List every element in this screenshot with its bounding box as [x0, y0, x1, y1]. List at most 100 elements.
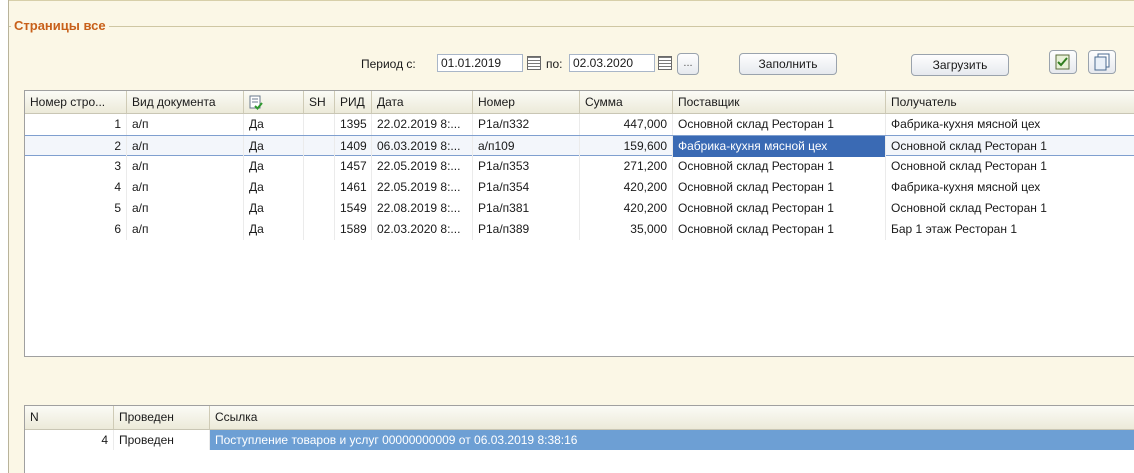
column-header[interactable]: Номер стро...	[25, 91, 127, 113]
cell-supplier: Основной склад Ресторан 1	[673, 219, 886, 240]
cell-recipient: Фабрика-кухня мясной цех	[886, 177, 1134, 198]
cell-recipient: Основной склад Ресторан 1	[886, 156, 1134, 177]
copy-button[interactable]	[1088, 50, 1116, 74]
cell-row-number: 5	[25, 198, 127, 219]
cell-supplier-active[interactable]: Фабрика-кухня мясной цех	[673, 136, 886, 157]
postings-table[interactable]: N Проведен Ссылка 4 Проведен Поступление…	[24, 405, 1134, 473]
cell-date: 22.02.2019 8:...	[372, 114, 473, 135]
cell-row-number: 3	[25, 156, 127, 177]
cell-doc-type: а/п	[127, 156, 244, 177]
cell-doc-type: а/п	[127, 198, 244, 219]
column-header[interactable]: РИД	[335, 91, 372, 113]
cell-date: 22.08.2019 8:...	[372, 198, 473, 219]
table-row-selected[interactable]: 2 а/п Да 1409 06.03.2019 8:... а/п109 15…	[25, 135, 1134, 157]
cell-supplier: Основной склад Ресторан 1	[673, 177, 886, 198]
cell-sum: 159,600	[580, 136, 673, 157]
cell-sh	[304, 156, 335, 177]
cell-row-number: 6	[25, 219, 127, 240]
check-list-button[interactable]	[1049, 50, 1077, 74]
cell-sh	[304, 114, 335, 135]
table-row[interactable]: 4 а/п Да 1461 22.05.2019 8:... Р1а/п354 …	[25, 177, 1134, 198]
calendar-icon[interactable]	[658, 56, 672, 70]
column-header-icon[interactable]	[244, 91, 304, 113]
top-border	[9, 0, 1134, 1]
select-period-button[interactable]: ...	[677, 53, 699, 75]
cell-recipient: Фабрика-кухня мясной цех	[886, 114, 1134, 135]
period-from-label: Период с:	[361, 57, 416, 71]
cell-sum: 447,000	[580, 114, 673, 135]
cell-sh	[304, 198, 335, 219]
cell-doc-type: а/п	[127, 219, 244, 240]
cell-recipient: Бар 1 этаж Ресторан 1	[886, 219, 1134, 240]
column-header[interactable]: Дата	[372, 91, 473, 113]
cell-rid: 1409	[335, 136, 372, 157]
cell-supplier: Основной склад Ресторан 1	[673, 198, 886, 219]
column-header[interactable]: Получатель	[886, 91, 1134, 113]
cell-number: Р1а/п389	[473, 219, 580, 240]
cell-row-number: 4	[25, 177, 127, 198]
cell-n: 4	[25, 430, 114, 450]
column-header[interactable]: Проведен	[114, 406, 210, 429]
cell-doc-type: а/п	[127, 136, 244, 157]
cell-flag: Да	[244, 198, 304, 219]
column-header[interactable]: SH	[304, 91, 335, 113]
cell-number: Р1а/п354	[473, 177, 580, 198]
table-header: Номер стро... Вид документа SH РИД Дата …	[25, 91, 1134, 114]
cell-sum: 271,200	[580, 156, 673, 177]
copy-icon	[1094, 53, 1110, 71]
cell-rid: 1461	[335, 177, 372, 198]
cell-doc-type: а/п	[127, 114, 244, 135]
cell-recipient: Основной склад Ресторан 1	[886, 198, 1134, 219]
cell-sh	[304, 177, 335, 198]
cell-posted: Проведен	[114, 430, 210, 450]
cell-rid: 1457	[335, 156, 372, 177]
period-to-label: по:	[546, 57, 563, 71]
period-to-input[interactable]: 02.03.2020	[569, 54, 655, 72]
column-header[interactable]: N	[25, 406, 114, 429]
group-divider	[9, 26, 1134, 27]
table-row[interactable]: 1 а/п Да 1395 22.02.2019 8:... Р1а/п332 …	[25, 114, 1134, 135]
group-title: Страницы все	[11, 18, 109, 33]
fill-button[interactable]: Заполнить	[739, 53, 837, 75]
cell-supplier: Основной склад Ресторан 1	[673, 114, 886, 135]
column-header[interactable]: Поставщик	[673, 91, 886, 113]
cell-flag: Да	[244, 136, 304, 157]
column-header[interactable]: Номер	[473, 91, 580, 113]
table-row[interactable]: 5 а/п Да 1549 22.08.2019 8:... Р1а/п381 …	[25, 198, 1134, 219]
cell-date: 22.05.2019 8:...	[372, 177, 473, 198]
column-header[interactable]: Сумма	[580, 91, 673, 113]
table-row[interactable]: 3 а/п Да 1457 22.05.2019 8:... Р1а/п353 …	[25, 156, 1134, 177]
cell-doc-type: а/п	[127, 177, 244, 198]
cell-date: 02.03.2020 8:...	[372, 219, 473, 240]
cell-number: Р1а/п381	[473, 198, 580, 219]
cell-sh	[304, 219, 335, 240]
cell-date: 06.03.2019 8:...	[372, 136, 473, 157]
cell-flag: Да	[244, 219, 304, 240]
cell-sum: 420,200	[580, 198, 673, 219]
table-row[interactable]: 6 а/п Да 1589 02.03.2020 8:... Р1а/п389 …	[25, 219, 1134, 240]
table-header: N Проведен Ссылка	[25, 406, 1134, 430]
cell-supplier: Основной склад Ресторан 1	[673, 156, 886, 177]
cell-row-number: 1	[25, 114, 127, 135]
table-row[interactable]: 4 Проведен Поступление товаров и услуг 0…	[25, 430, 1134, 450]
doc-check-icon	[249, 95, 263, 110]
form-frame: Страницы все Период с: 01.01.2019 по: 02…	[8, 0, 1134, 473]
cell-link-active[interactable]: Поступление товаров и услуг 00000000009 …	[210, 430, 1134, 450]
cell-number: Р1а/п353	[473, 156, 580, 177]
cell-row-number: 2	[25, 136, 127, 157]
cell-flag: Да	[244, 177, 304, 198]
cell-rid: 1589	[335, 219, 372, 240]
column-header[interactable]: Вид документа	[127, 91, 244, 113]
cell-number: а/п109	[473, 136, 580, 157]
cell-sum: 35,000	[580, 219, 673, 240]
documents-table[interactable]: Номер стро... Вид документа SH РИД Дата …	[24, 90, 1134, 357]
cell-rid: 1395	[335, 114, 372, 135]
cell-flag: Да	[244, 114, 304, 135]
period-from-input[interactable]: 01.01.2019	[437, 54, 523, 72]
cell-number: Р1а/п332	[473, 114, 580, 135]
column-header[interactable]: Ссылка	[210, 406, 1134, 429]
load-button[interactable]: Загрузить	[911, 54, 1009, 76]
calendar-icon[interactable]	[527, 56, 541, 70]
cell-rid: 1549	[335, 198, 372, 219]
cell-sh	[304, 136, 335, 157]
